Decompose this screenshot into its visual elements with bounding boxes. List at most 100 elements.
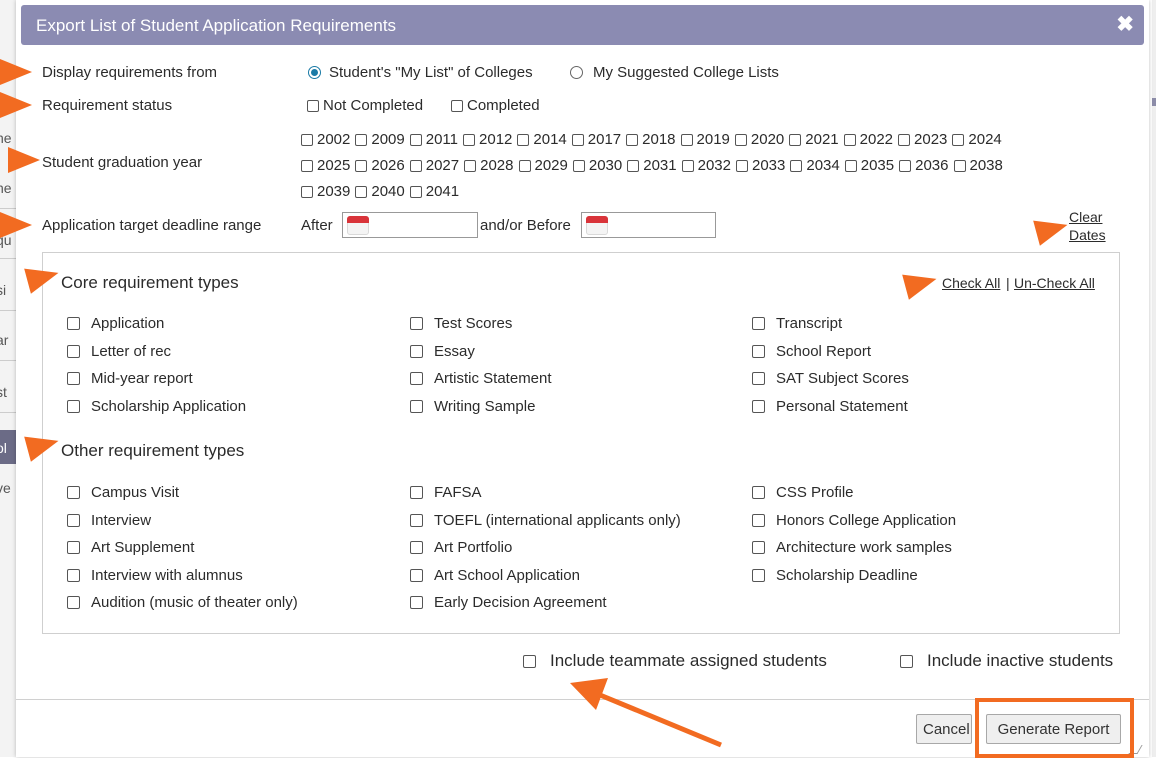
requirement-type-checkbox[interactable]	[67, 568, 80, 582]
year-checkbox[interactable]	[680, 134, 693, 146]
requirement-type-checkbox[interactable]	[752, 372, 765, 385]
include-teammate-checkbox[interactable]	[523, 654, 536, 668]
requirement-type-checkbox[interactable]	[410, 372, 423, 385]
status-not-completed[interactable]: Not Completed	[307, 97, 423, 114]
year-checkbox[interactable]	[734, 134, 747, 146]
requirement-type-option[interactable]: Writing Sample	[410, 398, 535, 415]
graduation-year-option[interactable]: 2033	[736, 154, 785, 178]
year-checkbox[interactable]	[681, 160, 694, 172]
requirement-type-checkbox[interactable]	[410, 344, 423, 358]
include-inactive-option[interactable]: Include inactive students	[900, 651, 1113, 671]
year-checkbox[interactable]	[518, 160, 531, 172]
requirement-type-option[interactable]: Mid-year report	[67, 370, 193, 387]
radio-selected-icon[interactable]	[308, 66, 321, 79]
graduation-year-option[interactable]: 2026	[355, 154, 405, 178]
requirement-type-checkbox[interactable]	[67, 513, 80, 527]
requirement-type-checkbox[interactable]	[410, 541, 423, 554]
requirement-type-checkbox[interactable]	[752, 399, 765, 413]
status-completed[interactable]: Completed	[451, 97, 540, 114]
radio-suggested-lists[interactable]: My Suggested College Lists	[570, 64, 779, 81]
year-checkbox[interactable]	[952, 134, 965, 146]
requirement-type-checkbox[interactable]	[67, 317, 80, 330]
requirement-type-checkbox[interactable]	[752, 317, 765, 330]
requirement-type-checkbox[interactable]	[752, 541, 765, 554]
graduation-year-option[interactable]: 2038	[953, 154, 1003, 178]
check-all-link[interactable]: Check All	[942, 275, 1000, 291]
clear-dates-link[interactable]: Clear	[1069, 209, 1102, 225]
requirement-type-checkbox[interactable]	[752, 486, 765, 499]
graduation-year-option[interactable]: 2014	[517, 128, 567, 152]
completed-checkbox[interactable]	[451, 99, 463, 112]
requirement-type-option[interactable]: Campus Visit	[67, 484, 179, 501]
requirement-type-option[interactable]: Art School Application	[410, 567, 580, 584]
requirement-type-checkbox[interactable]	[67, 541, 80, 554]
requirement-type-checkbox[interactable]	[752, 513, 765, 527]
graduation-year-option[interactable]: 2041	[409, 180, 459, 204]
year-checkbox[interactable]	[899, 160, 912, 172]
radio-unselected-icon[interactable]	[570, 66, 583, 79]
graduation-year-option[interactable]: 2035	[844, 154, 894, 178]
requirement-type-checkbox[interactable]	[410, 513, 423, 527]
graduation-year-option[interactable]: 2020	[734, 128, 784, 152]
year-checkbox[interactable]	[355, 134, 368, 146]
year-checkbox[interactable]	[626, 134, 639, 146]
requirement-type-checkbox[interactable]	[67, 596, 80, 609]
requirement-type-checkbox[interactable]	[410, 596, 423, 609]
calendar-icon[interactable]	[586, 216, 608, 235]
include-inactive-checkbox[interactable]	[900, 654, 913, 668]
graduation-year-option[interactable]: 2031	[627, 154, 677, 178]
requirement-type-option[interactable]: Personal Statement	[752, 398, 908, 415]
requirement-type-option[interactable]: Art Portfolio	[410, 539, 512, 556]
year-checkbox[interactable]	[789, 134, 802, 146]
graduation-year-option[interactable]: 2024	[952, 128, 1002, 152]
year-checkbox[interactable]	[464, 160, 477, 172]
requirement-type-option[interactable]: School Report	[752, 343, 871, 360]
requirement-type-checkbox[interactable]	[410, 399, 423, 413]
requirement-type-checkbox[interactable]	[410, 568, 423, 582]
graduation-year-option[interactable]: 2029	[518, 154, 568, 178]
requirement-type-option[interactable]: CSS Profile	[752, 484, 854, 501]
requirement-type-option[interactable]: Interview	[67, 512, 151, 529]
graduation-year-option[interactable]: 2011	[409, 128, 458, 152]
year-checkbox[interactable]	[409, 186, 422, 198]
year-checkbox[interactable]	[301, 186, 313, 198]
requirement-type-checkbox[interactable]	[410, 486, 423, 499]
year-checkbox[interactable]	[463, 134, 476, 146]
year-checkbox[interactable]	[736, 160, 748, 172]
graduation-year-option[interactable]: 2012	[463, 128, 512, 152]
requirement-type-checkbox[interactable]	[67, 399, 80, 413]
year-checkbox[interactable]	[953, 160, 966, 172]
requirement-type-checkbox[interactable]	[410, 317, 423, 330]
year-checkbox[interactable]	[409, 160, 422, 172]
graduation-year-option[interactable]: 2002	[301, 128, 350, 152]
requirement-type-option[interactable]: Transcript	[752, 315, 842, 332]
year-checkbox[interactable]	[409, 134, 422, 146]
year-checkbox[interactable]	[627, 160, 640, 172]
graduation-year-option[interactable]: 2036	[899, 154, 949, 178]
year-checkbox[interactable]	[844, 160, 857, 172]
graduation-year-option[interactable]: 2030	[572, 154, 622, 178]
requirement-type-option[interactable]: SAT Subject Scores	[752, 370, 909, 387]
requirement-type-option[interactable]: Essay	[410, 343, 475, 360]
graduation-year-option[interactable]: 2025	[301, 154, 350, 178]
graduation-year-option[interactable]: 2034	[790, 154, 840, 178]
year-checkbox[interactable]	[355, 186, 368, 198]
requirement-type-option[interactable]: FAFSA	[410, 484, 482, 501]
graduation-year-option[interactable]: 2019	[680, 128, 730, 152]
requirement-type-option[interactable]: Honors College Application	[752, 512, 956, 529]
requirement-type-option[interactable]: Art Supplement	[67, 539, 194, 556]
year-checkbox[interactable]	[355, 160, 368, 172]
year-checkbox[interactable]	[517, 134, 530, 146]
calendar-icon[interactable]	[347, 216, 369, 235]
year-checkbox[interactable]	[790, 160, 803, 172]
clear-dates-link[interactable]: Dates	[1069, 227, 1106, 243]
cancel-button[interactable]: Cancel	[916, 714, 972, 744]
not-completed-checkbox[interactable]	[307, 99, 319, 112]
uncheck-all-link[interactable]: Un-Check All	[1014, 275, 1095, 291]
requirement-type-option[interactable]: Scholarship Deadline	[752, 567, 918, 584]
include-teammate-option[interactable]: Include teammate assigned students	[523, 651, 827, 671]
graduation-year-option[interactable]: 2018	[626, 128, 676, 152]
requirement-type-option[interactable]: Letter of rec	[67, 343, 171, 360]
graduation-year-option[interactable]: 2022	[843, 128, 893, 152]
graduation-year-option[interactable]: 2023	[898, 128, 947, 152]
